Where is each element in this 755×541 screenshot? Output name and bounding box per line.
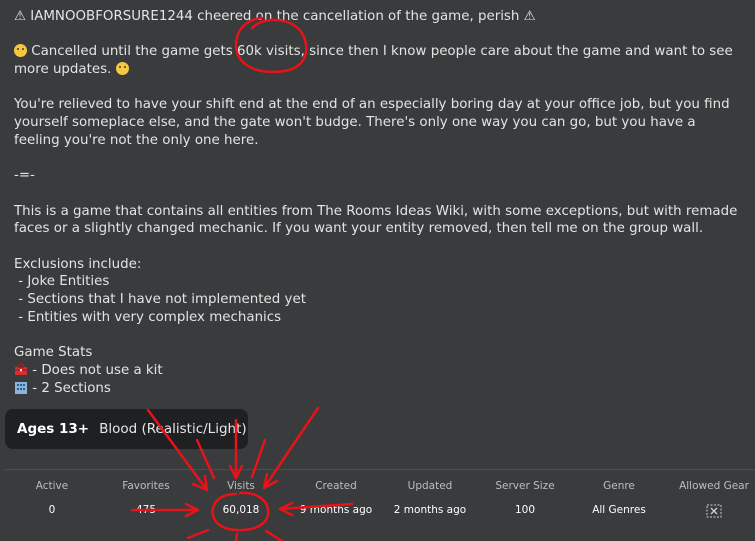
stat-value: 100 <box>514 504 536 516</box>
stat-genre: Genre All Genres <box>572 470 666 516</box>
description-line-cancelled: Cancelled until the game gets 60k visits… <box>14 43 744 78</box>
age-rating-label: Ages 13+ <box>17 421 90 437</box>
exclusion-item: - Entities with very complex mechanics <box>14 309 282 325</box>
stat-label: Server Size <box>495 480 555 492</box>
frowning-face-icon <box>115 62 129 76</box>
stat-label: Genre <box>603 480 635 492</box>
stat-value[interactable]: All Genres <box>572 504 666 516</box>
stat-label: Favorites <box>122 480 170 492</box>
game-description: ⚠ IAMNOOBFORSURE1244 cheered on the canc… <box>14 8 744 397</box>
stat-allowed-gear: Allowed Gear <box>667 470 755 522</box>
stat-label: Active <box>35 480 69 492</box>
exclusion-item: - Sections that I have not implemented y… <box>14 292 306 308</box>
stat-server-size: Server Size 100 <box>478 470 572 516</box>
description-separator: -=- <box>14 168 35 184</box>
toolbox-icon <box>15 363 27 375</box>
stat-value: 9 months ago <box>299 504 373 516</box>
frowning-face-icon <box>14 44 27 58</box>
exclusions-title: Exclusions include: <box>14 256 142 272</box>
description-story: You're relieved to have your shift end a… <box>14 97 734 148</box>
stat-value: 475 <box>135 504 157 516</box>
no-gear-icon[interactable] <box>706 504 722 518</box>
stat-value: 2 months ago <box>393 504 467 516</box>
stat-value: 0 <box>48 504 56 516</box>
stat-value: 60,018 <box>222 504 260 516</box>
stat-updated: Updated 2 months ago <box>383 470 477 516</box>
stat-visits: Visits 60,018 <box>194 470 288 516</box>
building-icon <box>15 381 27 394</box>
stat-favorites: Favorites 475 <box>99 470 193 516</box>
description-about: This is a game that contains all entitie… <box>14 203 742 237</box>
stat-label: Created <box>315 480 357 492</box>
description-line-warning: ⚠ IAMNOOBFORSURE1244 cheered on the canc… <box>14 9 536 24</box>
stat-label: Updated <box>407 480 453 492</box>
stat-label: Visits <box>227 480 255 492</box>
stat-created: Created 9 months ago <box>289 470 383 516</box>
exclusion-item: - Joke Entities <box>14 274 110 290</box>
stats-item-kit: - Does not use a kit <box>14 362 744 380</box>
game-stats-title: Game Stats <box>14 345 93 361</box>
age-rating-badge: Ages 13+ Blood (Realistic/Light) <box>5 409 248 449</box>
stats-item-sections: - 2 Sections <box>14 380 744 398</box>
game-stats-row: Active 0 Favorites 475 Visits 60,018 Cre… <box>5 470 755 541</box>
content-descriptor: Blood (Realistic/Light) <box>99 421 247 437</box>
stat-label: Allowed Gear <box>679 480 749 492</box>
stat-active: Active 0 <box>5 470 99 516</box>
